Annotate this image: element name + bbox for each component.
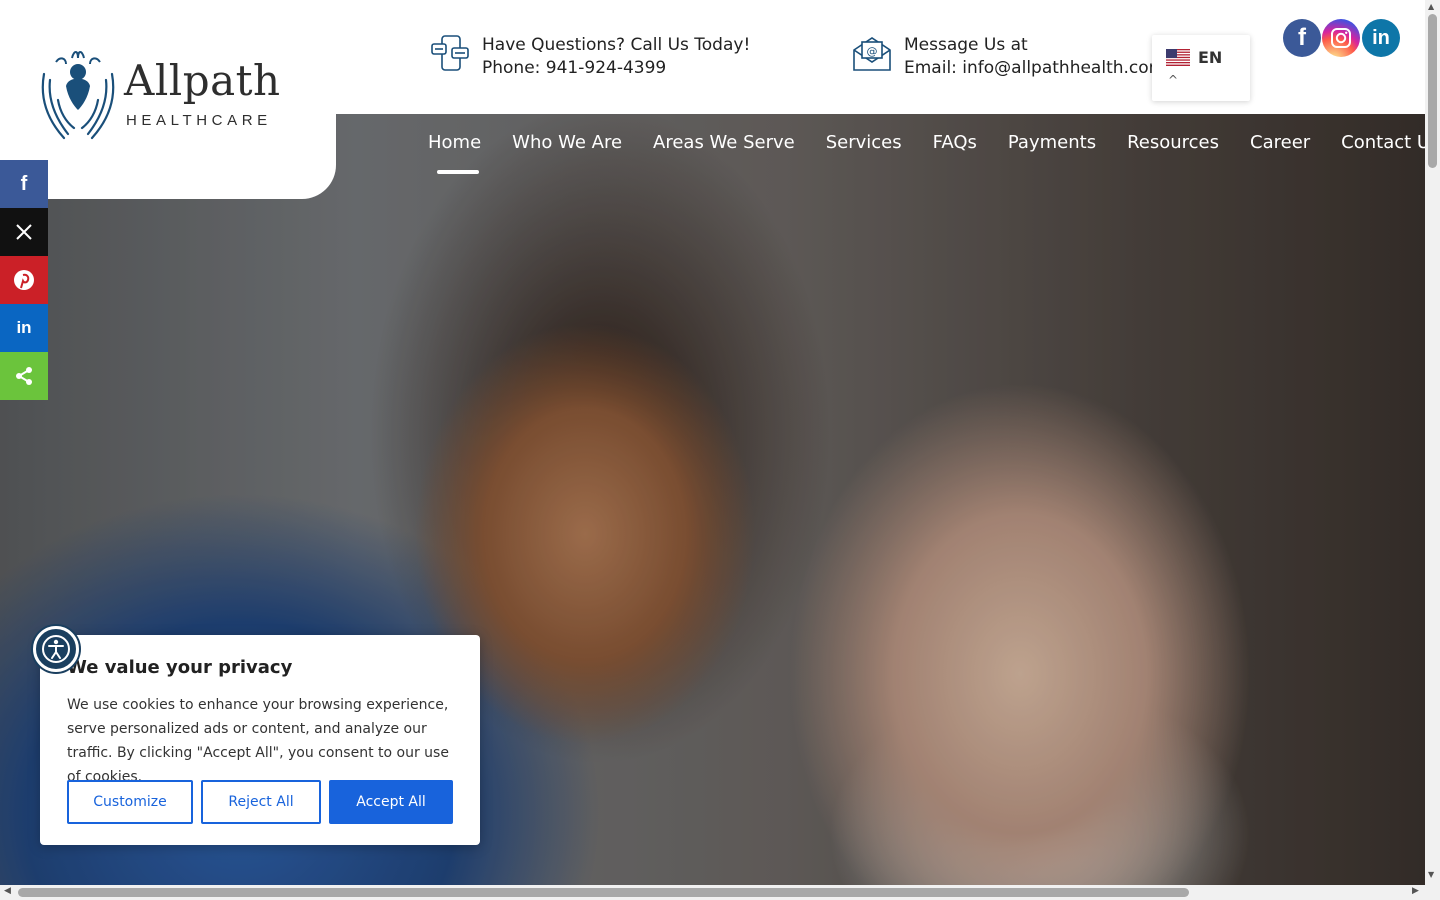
scroll-down-arrow-icon[interactable]: ▼ [1428,870,1434,879]
facebook-icon[interactable]: f [1283,19,1321,57]
cookie-title: We value your privacy [67,657,293,678]
share-icon[interactable] [0,352,48,400]
accept-all-button[interactable]: Accept All [329,780,453,824]
customize-button[interactable]: Customize [67,780,193,824]
share-x-icon[interactable] [0,208,48,256]
scroll-left-arrow-icon[interactable]: ◀ [4,886,11,896]
reject-all-button[interactable]: Reject All [201,780,321,824]
nav-who-we-are[interactable]: Who We Are [512,132,622,153]
language-selector[interactable]: EN ^ [1152,35,1250,101]
scroll-right-arrow-icon[interactable]: ▶ [1412,886,1419,896]
nav-areas-we-serve[interactable]: Areas We Serve [653,132,795,153]
share-nodes-icon [16,367,32,385]
email-contact[interactable]: @ Message Us at Email: info@allpathhealt… [852,34,1165,80]
phone-number[interactable]: Phone: 941-924-4399 [482,57,750,80]
us-flag-icon [1166,49,1190,66]
email-address[interactable]: Email: info@allpathhealth.com [904,57,1165,80]
share-facebook-icon[interactable]: f [0,160,48,208]
horizontal-scroll-thumb[interactable] [18,888,1189,897]
scroll-up-arrow-icon[interactable]: ▲ [1428,2,1434,11]
cookie-text: We use cookies to enhance your browsing … [67,697,449,785]
linkedin-icon[interactable]: in [1362,19,1400,57]
email-heading: Message Us at [904,35,1028,55]
nav-resources[interactable]: Resources [1127,132,1219,153]
accessibility-icon[interactable] [33,626,79,672]
site-header: Allpath HEALTHCARE Have Questions? Call … [0,0,1425,140]
vertical-scrollbar[interactable]: ▲ ▼ [1425,0,1440,885]
accessibility-figure-icon [42,635,70,663]
horizontal-scrollbar[interactable]: ◀ ▶ [0,885,1440,900]
language-code: EN [1198,48,1223,67]
instagram-icon[interactable] [1322,19,1360,57]
brand-logo[interactable]: Allpath HEALTHCARE [38,46,281,142]
svg-text:@: @ [867,45,878,58]
nav-services[interactable]: Services [826,132,902,153]
social-share-bar: f in [0,160,48,400]
nav-payments[interactable]: Payments [1008,132,1096,153]
cookie-consent-banner: We value your privacy We use cookies to … [40,635,480,845]
phone-contact[interactable]: Have Questions? Call Us Today! Phone: 94… [430,34,750,80]
brand-tagline: HEALTHCARE [126,112,272,129]
instagram-glyph-icon [1331,28,1351,48]
nav-career[interactable]: Career [1250,132,1310,153]
nav-home[interactable]: Home [428,132,481,174]
x-logo-icon [16,224,32,240]
brand-name: Allpath [124,56,281,105]
main-nav: Home Who We Are Areas We Serve Services … [428,132,1439,174]
share-linkedin-icon[interactable]: in [0,304,48,352]
nav-faqs[interactable]: FAQs [933,132,977,153]
chevron-up-icon[interactable]: ^ [1168,73,1178,87]
email-envelope-icon: @ [853,37,891,71]
phone-heading: Have Questions? Call Us Today! [482,35,751,55]
pinterest-logo-icon [14,270,34,290]
share-pinterest-icon[interactable] [0,256,48,304]
vertical-scroll-thumb[interactable] [1428,14,1437,168]
hands-heart-icon [41,51,115,140]
chat-phone-icon [431,35,469,71]
